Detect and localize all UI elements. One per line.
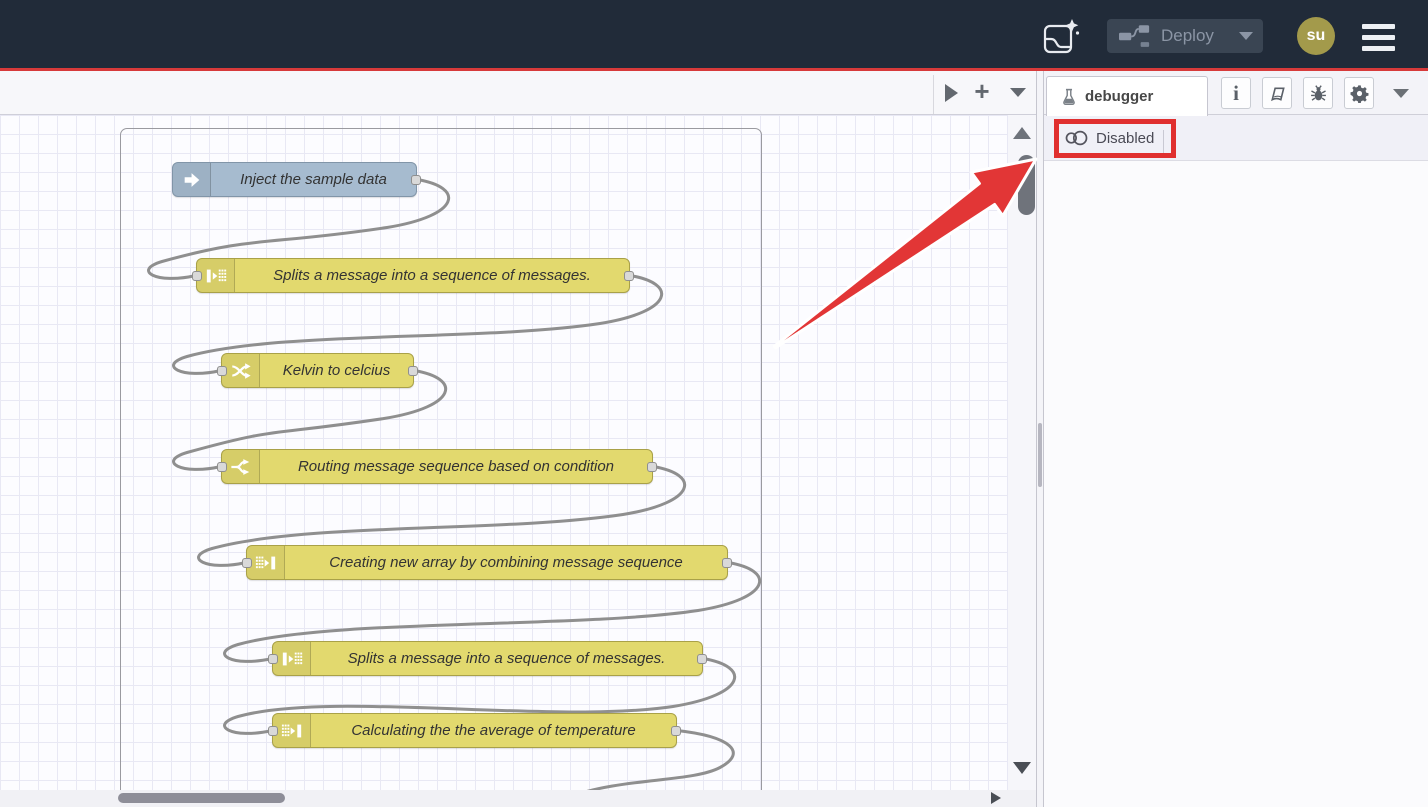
debug-toolbar: Disabled — [1044, 115, 1428, 161]
switch-icon — [222, 450, 260, 483]
node-output-port[interactable] — [671, 726, 681, 736]
help-button[interactable] — [1262, 77, 1292, 109]
flask-icon — [1061, 88, 1077, 106]
debug-message-list[interactable] — [1044, 161, 1428, 807]
disabled-label: Disabled — [1096, 130, 1154, 147]
node-label: Routing message sequence based on condit… — [260, 450, 652, 483]
node-join[interactable]: Creating new array by combining message … — [246, 545, 728, 580]
node-input-port[interactable] — [268, 726, 278, 736]
book-icon — [1268, 84, 1287, 103]
canvas-horizontal-scrollbar[interactable] — [0, 790, 1036, 807]
sidebar-splitter[interactable] — [1036, 71, 1044, 807]
deploy-icon — [1119, 24, 1151, 49]
node-label: Splits a message into a sequence of mess… — [311, 642, 702, 675]
node-label: Kelvin to celcius — [260, 354, 413, 387]
node-split[interactable]: Splits a message into a sequence of mess… — [196, 258, 630, 293]
node-input-port[interactable] — [217, 366, 227, 376]
node-output-port[interactable] — [624, 271, 634, 281]
node-label: Creating new array by combining message … — [285, 546, 727, 579]
scroll-up-icon[interactable] — [1013, 127, 1031, 139]
node-label: Splits a message into a sequence of mess… — [235, 259, 629, 292]
user-avatar[interactable]: su — [1297, 17, 1335, 55]
flow-canvas[interactable]: Inject the sample data Splits a message i… — [0, 115, 1036, 790]
join-icon — [247, 546, 285, 579]
horizontal-scrollbar-thumb[interactable] — [118, 793, 285, 803]
split-icon — [273, 642, 311, 675]
split-icon — [197, 259, 235, 292]
debug-disabled-toggle[interactable]: Disabled — [1064, 124, 1154, 152]
menu-icon[interactable] — [1362, 24, 1395, 51]
deploy-label: Deploy — [1161, 26, 1214, 46]
node-input-port[interactable] — [242, 558, 252, 568]
node-join[interactable]: Calculating the the average of temperatu… — [272, 713, 677, 748]
canvas-vertical-scrollbar[interactable] — [1008, 115, 1036, 790]
splitter-drag-handle[interactable] — [1038, 423, 1042, 487]
info-icon: i — [1233, 83, 1239, 104]
tab-debugger[interactable]: debugger — [1046, 76, 1208, 116]
node-label: Inject the sample data — [211, 163, 416, 196]
change-icon — [222, 354, 260, 387]
toolbar-separator — [1163, 130, 1164, 157]
settings-button[interactable] — [1344, 77, 1374, 109]
inject-icon — [173, 163, 211, 196]
vertical-scrollbar-thumb[interactable] — [1018, 155, 1035, 215]
flow-tabstrip: + — [0, 71, 1036, 115]
node-output-port[interactable] — [408, 366, 418, 376]
app-header: Deploy su — [0, 0, 1428, 68]
node-output-port[interactable] — [722, 558, 732, 568]
node-switch[interactable]: Routing message sequence based on condit… — [221, 449, 653, 484]
gear-icon — [1350, 84, 1369, 103]
sidebar-collapse-button[interactable] — [1393, 89, 1409, 98]
ai-flow-icon[interactable] — [1041, 16, 1081, 61]
node-input-port[interactable] — [192, 271, 202, 281]
sidebar-tab-label: debugger — [1085, 88, 1153, 105]
add-flow-button[interactable]: + — [965, 71, 999, 114]
chevron-down-icon — [1010, 88, 1026, 97]
node-output-port[interactable] — [411, 175, 421, 185]
node-split[interactable]: Splits a message into a sequence of mess… — [272, 641, 703, 676]
node-inject[interactable]: Inject the sample data — [172, 162, 417, 197]
node-input-port[interactable] — [268, 654, 278, 664]
join-icon — [273, 714, 311, 747]
node-label: Calculating the the average of temperatu… — [311, 714, 676, 747]
chevron-down-icon — [1393, 89, 1409, 98]
scroll-down-icon[interactable] — [1013, 762, 1031, 774]
scroll-tabs-right-button[interactable] — [934, 71, 968, 114]
node-input-port[interactable] — [217, 462, 227, 472]
deploy-chevron-down-icon[interactable] — [1239, 32, 1253, 40]
scroll-right-icon[interactable] — [991, 792, 1001, 804]
sidebar: debugger i — [1044, 71, 1428, 807]
deploy-button[interactable]: Deploy — [1107, 19, 1263, 53]
sidebar-tabbar: debugger i — [1044, 71, 1428, 115]
node-output-port[interactable] — [697, 654, 707, 664]
play-right-icon — [945, 84, 958, 102]
bug-icon — [1309, 84, 1328, 103]
toggle-off-icon — [1064, 130, 1089, 146]
node-change[interactable]: Kelvin to celcius — [221, 353, 414, 388]
info-button[interactable]: i — [1221, 77, 1251, 109]
list-flows-button[interactable] — [1001, 71, 1035, 114]
debug-button[interactable] — [1303, 77, 1333, 109]
node-output-port[interactable] — [647, 462, 657, 472]
